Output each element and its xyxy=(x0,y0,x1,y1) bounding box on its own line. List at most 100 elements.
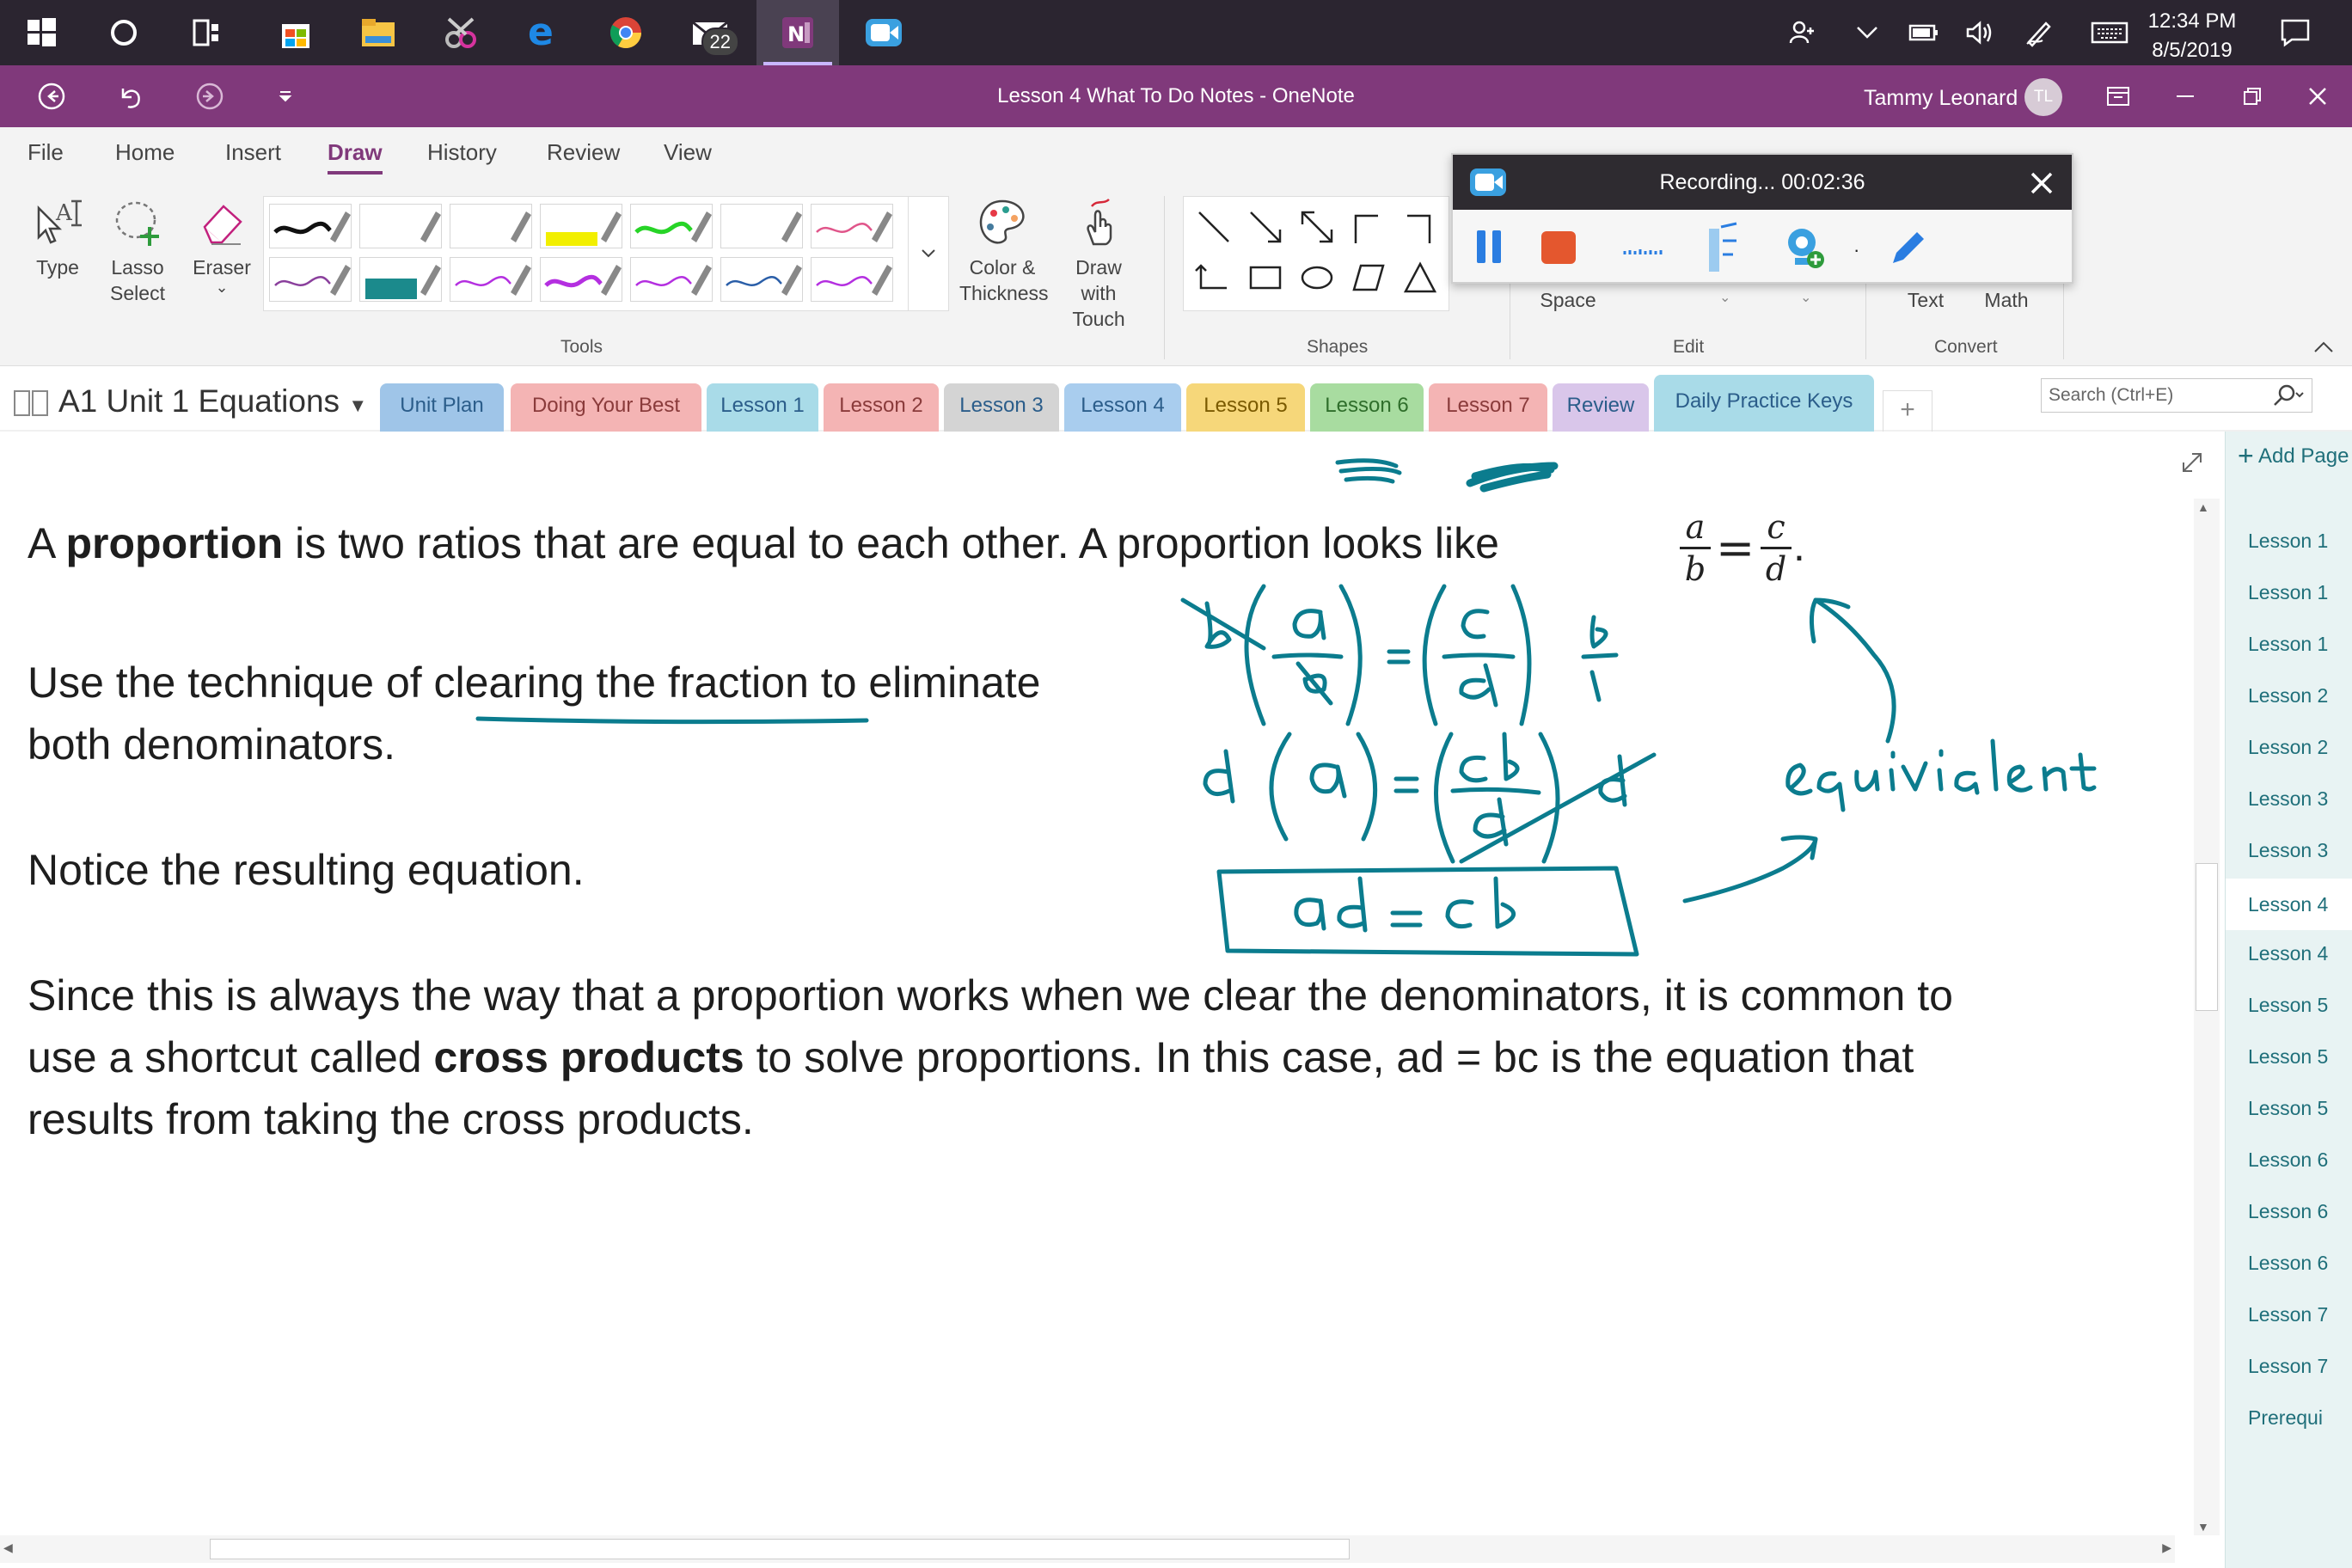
color-thickness-button[interactable]: Color & Thickness xyxy=(954,196,1050,306)
screen-recorder-icon[interactable] xyxy=(842,0,925,65)
task-view-icon[interactable] xyxy=(165,0,248,65)
notebook-dropdown-icon[interactable]: ▼ xyxy=(348,395,367,416)
onenote-icon[interactable]: N xyxy=(756,0,839,65)
page-list-item[interactable]: Lesson 7 xyxy=(2248,1303,2328,1326)
collapse-ribbon-icon[interactable] xyxy=(2312,339,2335,358)
close-window-button[interactable] xyxy=(2283,65,2352,127)
close-icon[interactable] xyxy=(2029,170,2055,196)
axis-shape-icon[interactable] xyxy=(1347,205,1390,248)
file-explorer-icon[interactable] xyxy=(337,0,420,65)
chevron-up-icon[interactable] xyxy=(1836,0,1898,65)
section-tab[interactable]: Review xyxy=(1553,383,1649,432)
tab-draw[interactable]: Draw xyxy=(328,139,383,175)
page-list-item[interactable]: Lesson 2 xyxy=(2248,684,2328,707)
eraser-button[interactable]: Eraser ⌄ xyxy=(187,196,256,295)
add-page-button[interactable]: + Add Page xyxy=(2238,440,2349,472)
axis-right-shape-icon[interactable] xyxy=(1399,205,1442,248)
rectangle-shape-icon[interactable] xyxy=(1244,257,1287,300)
section-tab[interactable]: Unit Plan xyxy=(380,383,504,432)
line-shape-icon[interactable] xyxy=(1192,205,1235,248)
stop-icon[interactable] xyxy=(1539,229,1578,266)
horizontal-scrollbar[interactable]: ◀ ▶ xyxy=(0,1535,2175,1563)
pen-swatch[interactable] xyxy=(811,204,893,248)
lasso-select-button[interactable]: Lasso Select xyxy=(103,196,172,306)
scroll-up-icon[interactable]: ▲ xyxy=(2197,500,2209,514)
page-list-item[interactable]: Lesson 3 xyxy=(2248,839,2328,862)
ink-to-text-button[interactable]: Text xyxy=(1902,287,1950,313)
tab-insert[interactable]: Insert xyxy=(225,139,281,166)
pen-swatch[interactable] xyxy=(811,257,893,302)
pen-swatch[interactable] xyxy=(720,257,803,302)
tab-history[interactable]: History xyxy=(427,139,497,166)
page-list-item[interactable]: Lesson 4 xyxy=(2226,879,2352,930)
full-page-view-icon[interactable] xyxy=(2084,65,2153,127)
section-tab[interactable]: Daily Practice Keys xyxy=(1654,375,1874,432)
webcam-icon[interactable] xyxy=(1785,224,1828,272)
page-list-item[interactable]: Lesson 1 xyxy=(2248,581,2328,604)
page-list-item[interactable]: Prerequi xyxy=(2248,1406,2323,1430)
edit-dropdown-icon[interactable]: ⌄ xyxy=(1719,289,1730,306)
section-tab[interactable]: Lesson 6 xyxy=(1310,383,1424,432)
section-tab[interactable]: Lesson 5 xyxy=(1186,383,1305,432)
page-list-item[interactable]: Lesson 1 xyxy=(2248,633,2328,656)
restore-button[interactable] xyxy=(2218,65,2287,127)
pen-swatch[interactable] xyxy=(630,257,713,302)
vertical-scrollbar[interactable]: ▲ ▼ xyxy=(2194,499,2220,1535)
page-list-item[interactable]: Lesson 5 xyxy=(2248,1097,2328,1120)
user-name[interactable]: Tammy Leonard xyxy=(1864,86,2018,111)
type-button[interactable]: A Type xyxy=(24,196,91,280)
people-icon[interactable] xyxy=(1771,0,1833,65)
tab-review[interactable]: Review xyxy=(547,139,620,166)
page-list-item[interactable]: Lesson 3 xyxy=(2248,787,2328,811)
search-icon[interactable] xyxy=(2270,383,2305,408)
pause-icon[interactable] xyxy=(1473,227,1504,266)
pen-swatch[interactable] xyxy=(359,204,442,248)
scroll-left-icon[interactable]: ◀ xyxy=(3,1540,13,1555)
section-tab[interactable]: Doing Your Best xyxy=(511,383,701,432)
store-icon[interactable] xyxy=(254,0,337,65)
triangle-shape-icon[interactable] xyxy=(1399,257,1442,300)
pen-swatch[interactable] xyxy=(450,204,532,248)
page-list-item[interactable]: Lesson 6 xyxy=(2248,1148,2328,1172)
section-tab[interactable]: Lesson 2 xyxy=(824,383,939,432)
cortana-icon[interactable] xyxy=(83,0,165,65)
scroll-thumb[interactable] xyxy=(2196,863,2218,1011)
pen-swatch[interactable] xyxy=(540,257,622,302)
section-tab[interactable]: Lesson 7 xyxy=(1429,383,1547,432)
eraser-chevron-icon[interactable]: ⌄ xyxy=(187,279,256,295)
pen-gallery-expand-icon[interactable] xyxy=(908,196,949,311)
snipping-tool-icon[interactable] xyxy=(420,0,502,65)
pen-swatch[interactable] xyxy=(540,204,622,248)
pen-swatch[interactable] xyxy=(720,204,803,248)
ink-to-math-button[interactable]: Math xyxy=(1979,287,2034,313)
battery-icon[interactable] xyxy=(1893,0,1955,65)
page-list-item[interactable]: Lesson 7 xyxy=(2248,1355,2328,1378)
chrome-icon[interactable] xyxy=(585,0,667,65)
section-tab[interactable]: Lesson 4 xyxy=(1064,383,1181,432)
pen-draw-icon[interactable] xyxy=(1886,225,1931,270)
page-list-item[interactable]: Lesson 5 xyxy=(2248,994,2328,1017)
edge-icon[interactable]: e xyxy=(502,0,585,65)
system-clock[interactable]: 12:34 PM 8/5/2019 xyxy=(2123,7,2261,65)
pen-swatch[interactable] xyxy=(359,257,442,302)
search-input[interactable]: Search (Ctrl+E) xyxy=(2041,378,2312,413)
pen-swatch[interactable] xyxy=(269,257,352,302)
scroll-thumb[interactable] xyxy=(210,1539,1350,1559)
page-list-item[interactable]: Lesson 4 xyxy=(2248,942,2328,965)
page-list-item[interactable]: Lesson 6 xyxy=(2248,1252,2328,1275)
draw-with-touch-button[interactable]: Draw with Touch xyxy=(1050,196,1147,332)
scroll-right-icon[interactable]: ▶ xyxy=(2162,1540,2171,1555)
minimize-button[interactable] xyxy=(2151,65,2220,127)
section-tab[interactable]: Lesson 3 xyxy=(944,383,1059,432)
expand-page-icon[interactable] xyxy=(2180,450,2204,475)
parallelogram-shape-icon[interactable] xyxy=(1347,257,1390,300)
tab-file[interactable]: File xyxy=(28,139,64,166)
axis-corner-shape-icon[interactable] xyxy=(1192,257,1235,300)
space-button[interactable]: Space xyxy=(1537,287,1599,313)
avatar[interactable]: TL xyxy=(2024,78,2062,116)
section-tab[interactable]: Lesson 1 xyxy=(707,383,818,432)
options-dot-icon[interactable]: · xyxy=(1853,239,1859,261)
action-center-icon[interactable] xyxy=(2264,0,2326,65)
mail-icon[interactable]: 22 xyxy=(669,0,751,65)
page-list-item[interactable]: Lesson 1 xyxy=(2248,530,2328,553)
